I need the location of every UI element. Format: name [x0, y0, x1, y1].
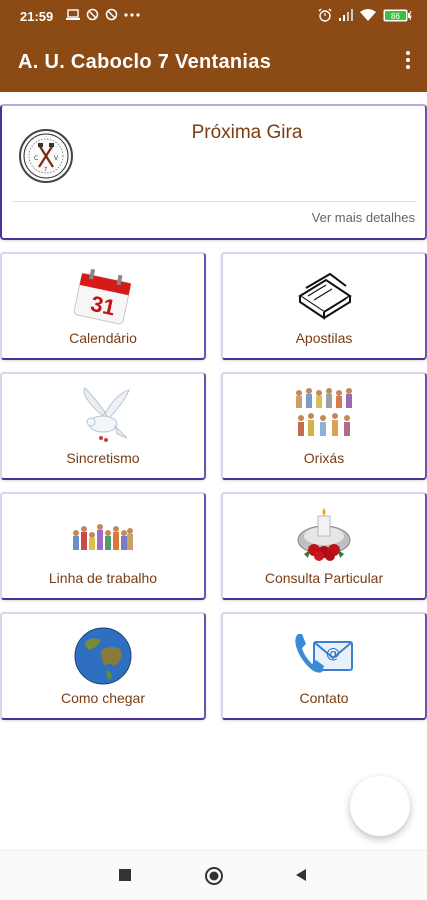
svg-text:@: @ — [326, 646, 340, 662]
menu-tile-label: Sincretismo — [66, 450, 140, 466]
status-bar: 21:59 86 — [0, 0, 427, 34]
no-sign-icon — [86, 8, 99, 21]
globe-icon — [74, 627, 132, 685]
next-gira-title: Próxima Gira — [191, 122, 303, 143]
status-icons-right: 86 — [318, 8, 413, 22]
no-sign-icon — [105, 8, 118, 21]
temple-logo-icon: C V 7 — [19, 129, 73, 183]
menu-tile-calendario[interactable]: 31 Calendário — [0, 252, 206, 360]
alarm-icon — [318, 8, 332, 22]
battery-level: 86 — [391, 12, 400, 21]
work-line-figures-icon — [73, 524, 133, 550]
menu-tile-sincretismo[interactable]: Sincretismo — [0, 372, 206, 480]
menu-tile-label: Como chegar — [60, 690, 146, 706]
svg-text:31: 31 — [88, 291, 117, 321]
contact-phone-mail-icon: @ — [295, 634, 353, 673]
battery-icon: 86 — [383, 9, 412, 21]
navigation-bar — [0, 850, 427, 900]
floating-action-button[interactable] — [350, 776, 410, 836]
menu-tile-label: Linha de trabalho — [48, 570, 158, 586]
more-dots-icon — [124, 12, 140, 17]
menu-tile-contato[interactable]: @ Contato — [221, 612, 427, 720]
menu-tile-label: Orixás — [303, 450, 345, 466]
menu-tile-linha-de-trabalho[interactable]: Linha de trabalho — [0, 492, 206, 600]
svg-text:V: V — [54, 155, 59, 162]
menu-tile-label: Contato — [299, 690, 349, 706]
overflow-menu-icon[interactable] — [403, 51, 413, 75]
menu-tile-consulta-particular[interactable]: Consulta Particular — [221, 492, 427, 600]
svg-text:7: 7 — [44, 167, 47, 173]
more-details-link[interactable]: Ver mais detalhes — [312, 210, 415, 225]
signal-icon — [339, 9, 353, 21]
recents-square-icon[interactable] — [118, 868, 132, 882]
laptop-icon — [66, 8, 80, 20]
next-gira-card[interactable]: C V 7 Próxima Gira Ver mais detalhes — [0, 104, 427, 240]
app-title: A. U. Caboclo 7 Ventanias — [18, 51, 272, 73]
calendar-icon: 31 — [73, 268, 132, 325]
back-triangle-icon[interactable] — [294, 868, 308, 882]
status-icons-left — [66, 8, 140, 21]
orixas-figures-icon — [296, 388, 352, 436]
wifi-icon — [360, 9, 376, 21]
dove-icon — [83, 387, 130, 442]
home-circle-icon[interactable] — [204, 866, 224, 886]
menu-tile-apostilas[interactable]: Apostilas — [221, 252, 427, 360]
menu-tile-label: Consulta Particular — [264, 570, 384, 586]
books-icon — [298, 272, 352, 320]
card-divider — [12, 201, 417, 202]
menu-tile-orixas[interactable]: Orixás — [221, 372, 427, 480]
menu-tile-label: Apostilas — [295, 330, 353, 346]
svg-text:C: C — [34, 155, 38, 162]
menu-tile-como-chegar[interactable]: Como chegar — [0, 612, 206, 720]
candle-roses-icon — [297, 508, 351, 561]
menu-tile-label: Calendário — [69, 330, 137, 346]
app-bar: A. U. Caboclo 7 Ventanias — [0, 34, 427, 92]
status-time: 21:59 — [20, 9, 54, 24]
